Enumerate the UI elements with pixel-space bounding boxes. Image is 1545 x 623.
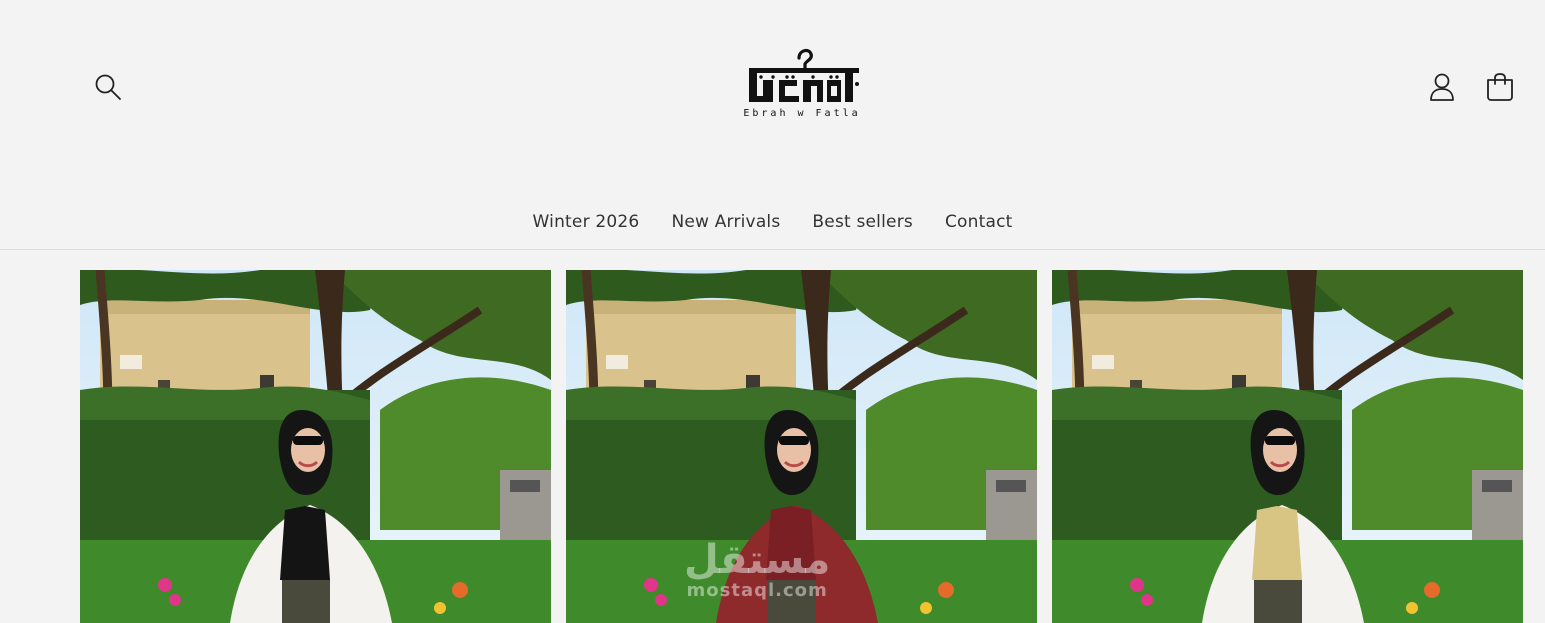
shopping-bag-icon <box>1487 73 1513 101</box>
store-logo[interactable]: Ebrah w Fatla <box>736 44 868 122</box>
logo-mark <box>749 48 859 102</box>
site-header: Ebrah w Fatla Winter 2026 New Arrivals B… <box>0 0 1545 250</box>
product-photo <box>80 270 551 623</box>
product-photo <box>1052 270 1523 623</box>
search-button[interactable] <box>88 66 128 108</box>
product-card[interactable]: مستقل mostaql.com <box>566 270 1037 623</box>
account-button[interactable] <box>1421 66 1463 108</box>
logo-wordmark: Ebrah w Fatla <box>743 108 861 119</box>
nav-item-contact[interactable]: Contact <box>929 208 1029 236</box>
product-card[interactable] <box>1052 270 1523 623</box>
product-grid: مستقل mostaql.com <box>80 270 1523 623</box>
search-icon <box>95 74 121 100</box>
product-card[interactable] <box>80 270 551 623</box>
nav-item-new-arrivals[interactable]: New Arrivals <box>655 208 796 236</box>
user-icon <box>1430 73 1454 101</box>
main-navigation: Winter 2026 New Arrivals Best sellers Co… <box>0 208 1545 236</box>
cart-button[interactable] <box>1479 66 1521 108</box>
product-photo <box>566 270 1037 623</box>
nav-item-best-sellers[interactable]: Best sellers <box>796 208 929 236</box>
nav-item-winter-2026[interactable]: Winter 2026 <box>517 208 656 236</box>
